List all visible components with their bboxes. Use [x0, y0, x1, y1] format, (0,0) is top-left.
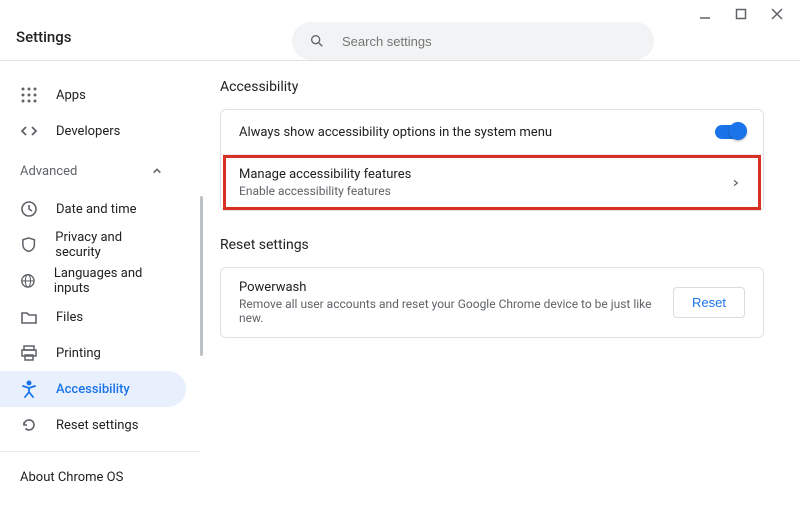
- sidebar-item-label: Printing: [56, 346, 101, 361]
- apps-icon: [20, 86, 38, 104]
- chevron-right-icon: [727, 174, 745, 192]
- sidebar-item-label: About Chrome OS: [20, 470, 123, 485]
- folder-icon: [20, 308, 38, 326]
- close-icon[interactable]: [768, 5, 786, 23]
- accessibility-card: Always show accessibility options in the…: [220, 109, 764, 211]
- row-always-show[interactable]: Always show accessibility options in the…: [221, 110, 763, 154]
- chevron-up-icon: [148, 162, 166, 180]
- sidebar-item-label: Developers: [56, 124, 120, 139]
- sidebar-item-label: Files: [56, 310, 83, 325]
- scrollbar-thumb[interactable]: [200, 196, 203, 356]
- reset-button[interactable]: Reset: [673, 287, 745, 318]
- sidebar-item-privacy[interactable]: Privacy and security: [0, 227, 186, 263]
- sidebar-item-accessibility[interactable]: Accessibility: [0, 371, 186, 407]
- sidebar-section-label: Advanced: [20, 164, 77, 179]
- reset-icon: [20, 416, 38, 434]
- row-manage-accessibility[interactable]: Manage accessibility features Enable acc…: [221, 154, 763, 210]
- printer-icon: [20, 344, 38, 362]
- sidebar-item-printing[interactable]: Printing: [0, 335, 186, 371]
- sidebar-item-datetime[interactable]: Date and time: [0, 191, 186, 227]
- accessibility-icon: [20, 380, 38, 398]
- clock-icon: [20, 200, 38, 218]
- sidebar-item-apps[interactable]: Apps: [0, 77, 186, 113]
- row-powerwash: Powerwash Remove all user accounts and r…: [221, 268, 763, 337]
- sidebar-item-label: Apps: [56, 88, 86, 103]
- sidebar-item-developers[interactable]: Developers: [0, 113, 186, 149]
- section-title-reset: Reset settings: [220, 237, 764, 253]
- sidebar-item-files[interactable]: Files: [0, 299, 186, 335]
- row-subtitle: Enable accessibility features: [239, 184, 727, 198]
- sidebar-item-label: Languages and inputs: [54, 266, 166, 296]
- toggle-always-show[interactable]: [715, 125, 745, 139]
- reset-card: Powerwash Remove all user accounts and r…: [220, 267, 764, 338]
- globe-icon: [20, 272, 36, 290]
- sidebar-item-languages[interactable]: Languages and inputs: [0, 263, 186, 299]
- header: Settings: [0, 28, 800, 61]
- sidebar-item-reset[interactable]: Reset settings: [0, 407, 186, 443]
- sidebar-item-label: Accessibility: [56, 382, 130, 397]
- sidebar-item-label: Date and time: [56, 202, 137, 217]
- maximize-icon[interactable]: [732, 5, 750, 23]
- row-title: Manage accessibility features: [239, 167, 727, 182]
- row-subtitle: Remove all user accounts and reset your …: [239, 297, 673, 325]
- row-title: Powerwash: [239, 280, 673, 295]
- search-input[interactable]: [342, 34, 638, 49]
- section-title-accessibility: Accessibility: [220, 79, 764, 95]
- sidebar-item-label: Reset settings: [56, 418, 138, 433]
- search-icon: [308, 32, 326, 50]
- sidebar-section-advanced[interactable]: Advanced: [10, 153, 186, 189]
- sidebar-item-about[interactable]: About Chrome OS: [0, 451, 200, 503]
- main-content: Accessibility Always show accessibility …: [200, 61, 800, 338]
- sidebar-item-label: Privacy and security: [55, 230, 166, 260]
- search-box[interactable]: [292, 22, 654, 60]
- shield-icon: [20, 236, 37, 254]
- row-title: Always show accessibility options in the…: [239, 125, 715, 140]
- minimize-icon[interactable]: [696, 5, 714, 23]
- page-title: Settings: [16, 28, 72, 46]
- code-icon: [20, 122, 38, 140]
- sidebar: Apps Developers Advanced Date and time P…: [0, 61, 200, 508]
